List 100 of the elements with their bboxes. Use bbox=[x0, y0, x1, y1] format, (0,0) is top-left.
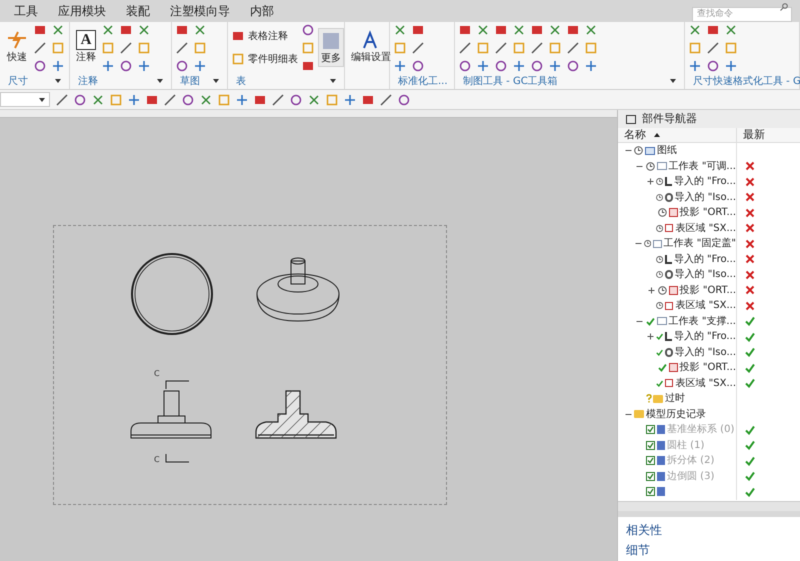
square-icon[interactable] bbox=[176, 24, 188, 36]
circle-icon[interactable] bbox=[495, 60, 507, 72]
tree-item[interactable]: 投影 "ORT... bbox=[680, 205, 736, 220]
dropdown-field[interactable] bbox=[0, 92, 50, 107]
cross-icon[interactable] bbox=[102, 24, 114, 36]
square-icon[interactable] bbox=[120, 24, 132, 36]
line-icon[interactable] bbox=[272, 94, 284, 106]
circle-icon[interactable] bbox=[302, 24, 314, 36]
square-icon[interactable] bbox=[34, 24, 46, 36]
square-icon[interactable] bbox=[362, 94, 374, 106]
circle-icon[interactable] bbox=[412, 60, 424, 72]
checkbox[interactable] bbox=[646, 472, 655, 481]
plus-icon[interactable] bbox=[236, 94, 248, 106]
table-tool-button[interactable]: 零件明细表 bbox=[232, 52, 298, 66]
plus-icon[interactable] bbox=[549, 60, 561, 72]
line-icon[interactable] bbox=[412, 42, 424, 54]
tree-item[interactable]: 导入的 "Fro... bbox=[674, 174, 736, 190]
line-icon[interactable] bbox=[495, 42, 507, 54]
tree-item[interactable]: 工作表 "可调... bbox=[668, 158, 736, 174]
circle-icon[interactable] bbox=[459, 60, 471, 72]
square-icon[interactable] bbox=[707, 24, 719, 36]
search-field[interactable]: 查找命令 bbox=[692, 6, 792, 22]
line-icon[interactable] bbox=[176, 42, 188, 54]
circle-icon[interactable] bbox=[531, 60, 543, 72]
expand-icon[interactable] bbox=[648, 286, 656, 294]
caret-icon[interactable] bbox=[39, 98, 45, 102]
caret-icon[interactable] bbox=[213, 79, 219, 83]
cross-icon[interactable] bbox=[394, 24, 406, 36]
plus-icon[interactable] bbox=[128, 94, 140, 106]
tree-item[interactable]: 表区域 "SX... bbox=[675, 298, 736, 314]
menu-item[interactable]: 内部 bbox=[240, 2, 284, 20]
circle-icon[interactable] bbox=[398, 94, 410, 106]
square-icon[interactable] bbox=[531, 24, 543, 36]
cross-icon[interactable] bbox=[308, 94, 320, 106]
square-icon[interactable] bbox=[146, 94, 158, 106]
tree-item[interactable]: 导入的 "Iso... bbox=[674, 344, 736, 360]
line-icon[interactable] bbox=[56, 94, 68, 106]
ribbon-button[interactable]: 快速 bbox=[4, 30, 30, 65]
circle-icon[interactable] bbox=[34, 60, 46, 72]
cross-icon[interactable] bbox=[725, 24, 737, 36]
square-icon[interactable] bbox=[495, 24, 507, 36]
plus-icon[interactable] bbox=[344, 94, 356, 106]
tree-item[interactable]: 工作表 "固定盖" bbox=[664, 236, 736, 252]
plus-icon[interactable] bbox=[477, 60, 489, 72]
tree-item[interactable]: 投影 "ORT... bbox=[680, 282, 736, 298]
plus-icon[interactable] bbox=[585, 60, 597, 72]
menu-item[interactable]: 装配 bbox=[116, 2, 160, 20]
tree-item[interactable]: 表区域 "SX... bbox=[675, 220, 736, 236]
line-icon[interactable] bbox=[34, 42, 46, 54]
cross-icon[interactable] bbox=[549, 24, 561, 36]
plus-icon[interactable] bbox=[394, 60, 406, 72]
tree-item[interactable]: 导入的 "Iso... bbox=[674, 190, 736, 205]
checkbox[interactable] bbox=[646, 440, 655, 450]
expand-icon[interactable] bbox=[647, 333, 654, 340]
circle-icon[interactable] bbox=[290, 94, 302, 106]
menu-item[interactable]: 工具 bbox=[4, 2, 48, 20]
line-icon[interactable] bbox=[380, 94, 392, 106]
tree-item[interactable]: 工作表 "支撑... bbox=[668, 314, 736, 329]
cross-icon[interactable] bbox=[194, 24, 206, 36]
plus-icon[interactable] bbox=[689, 60, 701, 72]
tree-item[interactable]: 导入的 "Fro... bbox=[674, 252, 736, 267]
cross-icon[interactable] bbox=[138, 24, 150, 36]
cross-icon[interactable] bbox=[477, 24, 489, 36]
checkbox[interactable] bbox=[646, 456, 655, 466]
tree-item[interactable]: 过时 bbox=[665, 391, 685, 406]
caret-icon[interactable] bbox=[55, 79, 61, 83]
square-icon[interactable] bbox=[567, 24, 579, 36]
circle-icon[interactable] bbox=[707, 60, 719, 72]
line-icon[interactable] bbox=[707, 42, 719, 54]
square-icon[interactable] bbox=[412, 24, 424, 36]
circle-icon[interactable] bbox=[567, 60, 579, 72]
tree-item[interactable]: 导入的 "Iso... bbox=[674, 267, 736, 282]
menu-item[interactable]: 注塑模向导 bbox=[160, 2, 240, 20]
ribbon-button[interactable]: A 注释 bbox=[74, 30, 98, 65]
cross-icon[interactable] bbox=[200, 94, 212, 106]
circle-icon[interactable] bbox=[120, 60, 132, 72]
menu-item[interactable]: 应用模块 bbox=[48, 2, 116, 20]
plus-icon[interactable] bbox=[194, 60, 206, 72]
caret-icon[interactable] bbox=[670, 79, 676, 83]
tree-item[interactable]: 图纸 bbox=[657, 143, 677, 158]
expand-icon[interactable] bbox=[647, 178, 654, 186]
plus-icon[interactable] bbox=[138, 60, 150, 72]
line-icon[interactable] bbox=[120, 42, 132, 54]
line-icon[interactable] bbox=[164, 94, 176, 106]
cross-icon[interactable] bbox=[513, 24, 525, 36]
line-icon[interactable] bbox=[531, 42, 543, 54]
tree-item[interactable]: 模型历史记录 bbox=[646, 406, 706, 422]
plus-icon[interactable] bbox=[725, 60, 737, 72]
ribbon-button[interactable]: 编辑设置 bbox=[349, 30, 393, 65]
circle-icon[interactable] bbox=[74, 94, 86, 106]
circle-icon[interactable] bbox=[176, 60, 188, 72]
table-tool-button[interactable]: 表格注释 bbox=[232, 28, 298, 44]
checkbox[interactable] bbox=[646, 425, 655, 434]
cross-icon[interactable] bbox=[585, 24, 597, 36]
line-icon[interactable] bbox=[459, 42, 471, 54]
caret-icon[interactable] bbox=[330, 79, 336, 83]
square-icon[interactable] bbox=[254, 94, 266, 106]
square-icon[interactable] bbox=[232, 30, 244, 42]
square-icon[interactable] bbox=[302, 60, 314, 72]
checkbox[interactable] bbox=[646, 487, 655, 496]
